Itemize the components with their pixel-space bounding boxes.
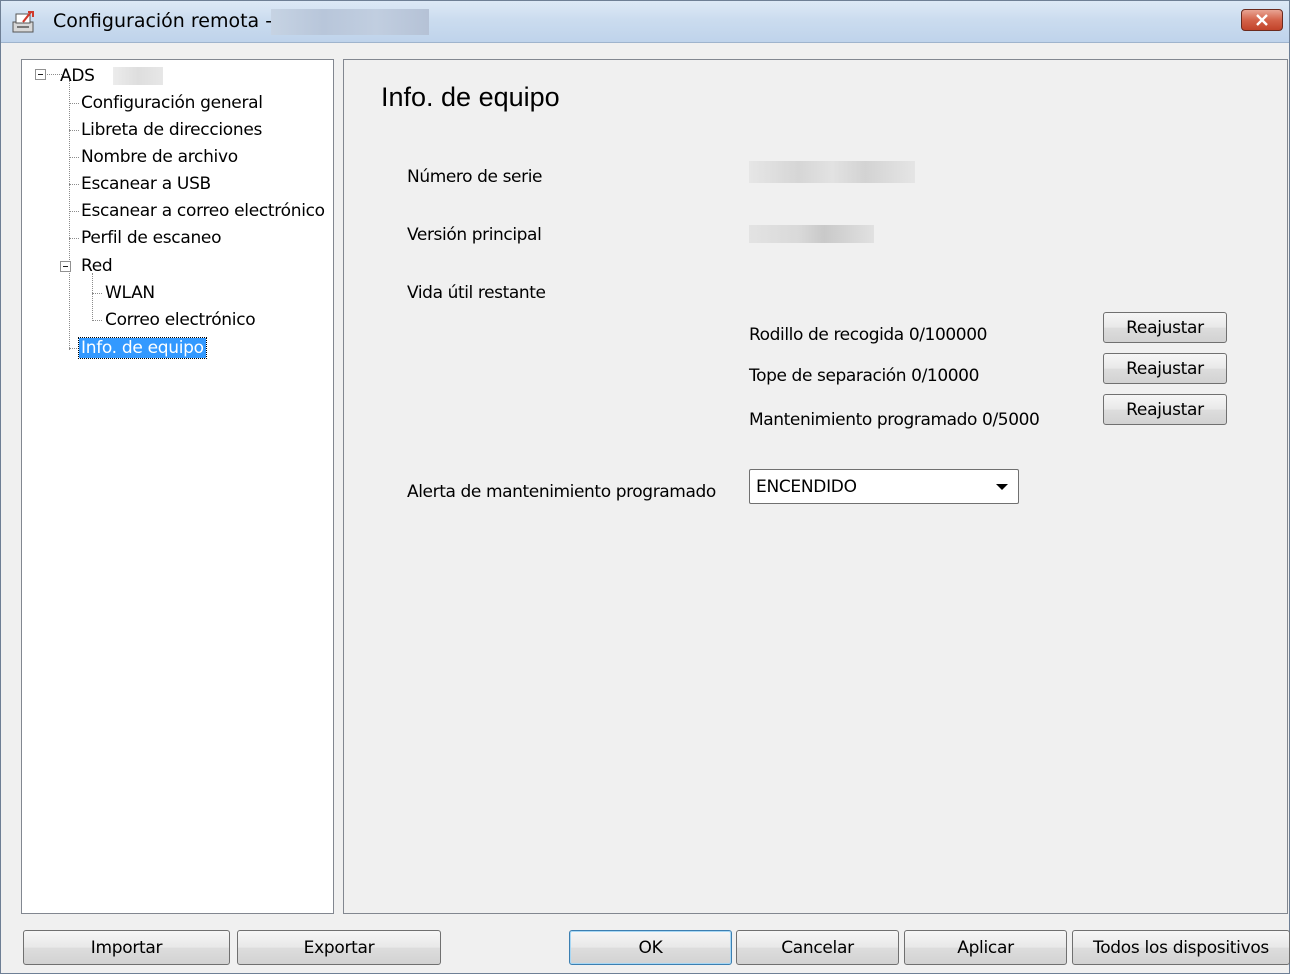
remote-setup-app-icon [12, 11, 34, 33]
export-button[interactable]: Exportar [237, 930, 441, 965]
tree-item-file-name[interactable]: Nombre de archivo [81, 147, 238, 167]
reset-separation-pad-button[interactable]: Reajustar [1103, 353, 1227, 384]
tree-item-scan-to-usb[interactable]: Escanear a USB [81, 174, 211, 194]
close-button[interactable] [1241, 9, 1283, 31]
title-bar[interactable]: Configuración remota - [1, 1, 1289, 43]
redacted-firmware-version [749, 225, 874, 243]
tree-connector [69, 103, 79, 104]
tree-connector [69, 130, 79, 131]
maintenance-alert-value: ENCENDIDO [756, 477, 857, 497]
tree-connector [69, 238, 79, 239]
pick-up-roller-counter: Rodillo de recogida 0/100000 [749, 325, 988, 345]
tree-connector [69, 80, 70, 350]
tree-connector [92, 320, 102, 321]
redacted-model-name [113, 67, 163, 85]
tree-item-network[interactable]: Red [81, 256, 113, 276]
page-title: Info. de equipo [381, 82, 560, 112]
reset-pick-up-roller-button[interactable]: Reajustar [1103, 312, 1227, 343]
tree-item-scan-profile[interactable]: Perfil de escaneo [81, 228, 222, 248]
redacted-device-name [271, 9, 429, 35]
apply-button[interactable]: Aplicar [904, 930, 1067, 965]
collapse-network-icon[interactable] [60, 261, 71, 272]
ok-button[interactable]: OK [569, 930, 732, 965]
redacted-serial-number [749, 161, 915, 183]
cancel-button[interactable]: Cancelar [736, 930, 899, 965]
scheduled-maintenance-counter: Mantenimiento programado 0/5000 [749, 410, 1040, 430]
maintenance-alert-select[interactable]: ENCENDIDO [749, 469, 1019, 504]
import-button[interactable]: Importar [23, 930, 230, 965]
separation-pad-counter: Tope de separación 0/10000 [749, 366, 980, 386]
firmware-version-label: Versión principal [407, 225, 542, 245]
tree-item-machine-info[interactable]: Info. de equipo [78, 337, 207, 359]
tree-connector [69, 157, 79, 158]
window-title: Configuración remota - [53, 10, 273, 32]
serial-number-label: Número de serie [407, 167, 543, 187]
remote-setup-window: Configuración remota - ADS Configuración… [0, 0, 1290, 974]
tree-connector [69, 184, 79, 185]
chevron-down-icon [996, 484, 1008, 490]
all-devices-button[interactable]: Todos los dispositivos [1072, 930, 1290, 965]
tree-item-root[interactable]: ADS [60, 66, 95, 86]
tree-connector [69, 211, 79, 212]
tree-item-address-book[interactable]: Libreta de direcciones [81, 120, 262, 140]
tree-connector [92, 273, 93, 321]
tree-connector [69, 348, 79, 349]
reset-scheduled-maintenance-button[interactable]: Reajustar [1103, 394, 1227, 425]
tree-item-email[interactable]: Correo electrónico [105, 310, 256, 330]
settings-tree: ADS Configuración general Libreta de dir… [21, 59, 334, 914]
remaining-life-label: Vida útil restante [407, 283, 546, 303]
tree-item-scan-to-email[interactable]: Escanear a correo electrónico [81, 201, 325, 221]
maintenance-alert-label: Alerta de mantenimiento programado [407, 482, 716, 502]
collapse-root-icon[interactable] [35, 69, 46, 80]
close-icon [1256, 14, 1268, 26]
tree-connector [92, 293, 102, 294]
tree-item-wlan[interactable]: WLAN [105, 283, 155, 303]
tree-item-general-settings[interactable]: Configuración general [81, 93, 263, 113]
